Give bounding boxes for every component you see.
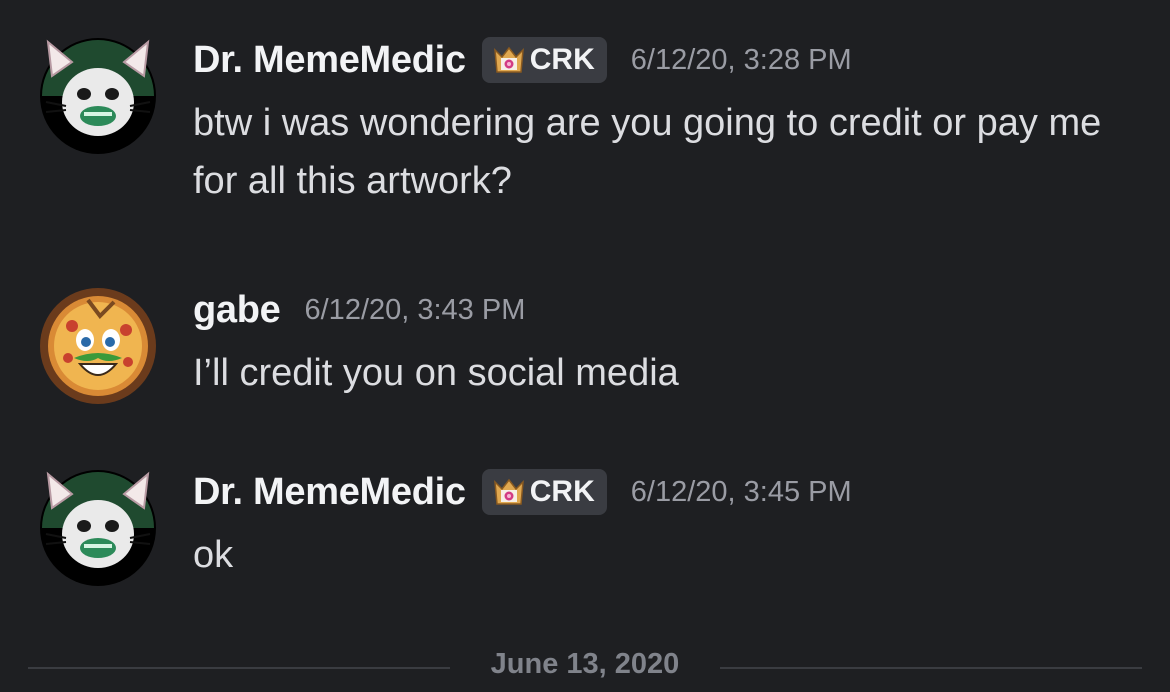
- message-header: gabe 6/12/20, 3:43 PM: [193, 286, 525, 334]
- timestamp: 6/12/20, 3:45 PM: [630, 475, 852, 508]
- crown-icon: [493, 46, 524, 73]
- guild-tag[interactable]: CRK: [481, 469, 607, 515]
- cat-avatar-icon[interactable]: [38, 36, 158, 156]
- message-text: I’ll credit you on social media: [193, 352, 679, 394]
- timestamp: 6/12/20, 3:43 PM: [304, 293, 526, 326]
- message-text: ok: [193, 534, 234, 576]
- username[interactable]: Dr. MemeMedic: [193, 471, 466, 514]
- username[interactable]: gabe: [193, 289, 281, 332]
- message-header: Dr. MemeMedic CRK 6/12/20, 3:28 PM: [193, 36, 852, 84]
- message-header: Dr. MemeMedic CRK 6/12/20, 3:45 PM: [193, 468, 852, 516]
- tag-label: CRK: [529, 475, 595, 508]
- username[interactable]: Dr. MemeMedic: [193, 39, 466, 82]
- date-divider-label: June 13, 2020: [490, 648, 680, 680]
- crown-icon: [493, 478, 524, 505]
- tag-label: CRK: [529, 43, 595, 76]
- message-text: btw i was wondering are you going to cre…: [193, 102, 1102, 202]
- guild-tag[interactable]: CRK: [481, 37, 607, 83]
- date-divider: June 13, 2020: [28, 646, 1142, 692]
- divider-line: [720, 667, 1142, 669]
- chat-messages: Dr. MemeMedic CRK 6/12/20, 3:28 PM btw i…: [0, 0, 1170, 692]
- timestamp: 6/12/20, 3:28 PM: [630, 43, 852, 76]
- cat-avatar-icon[interactable]: [38, 468, 158, 588]
- pizza-avatar-icon[interactable]: [38, 286, 158, 406]
